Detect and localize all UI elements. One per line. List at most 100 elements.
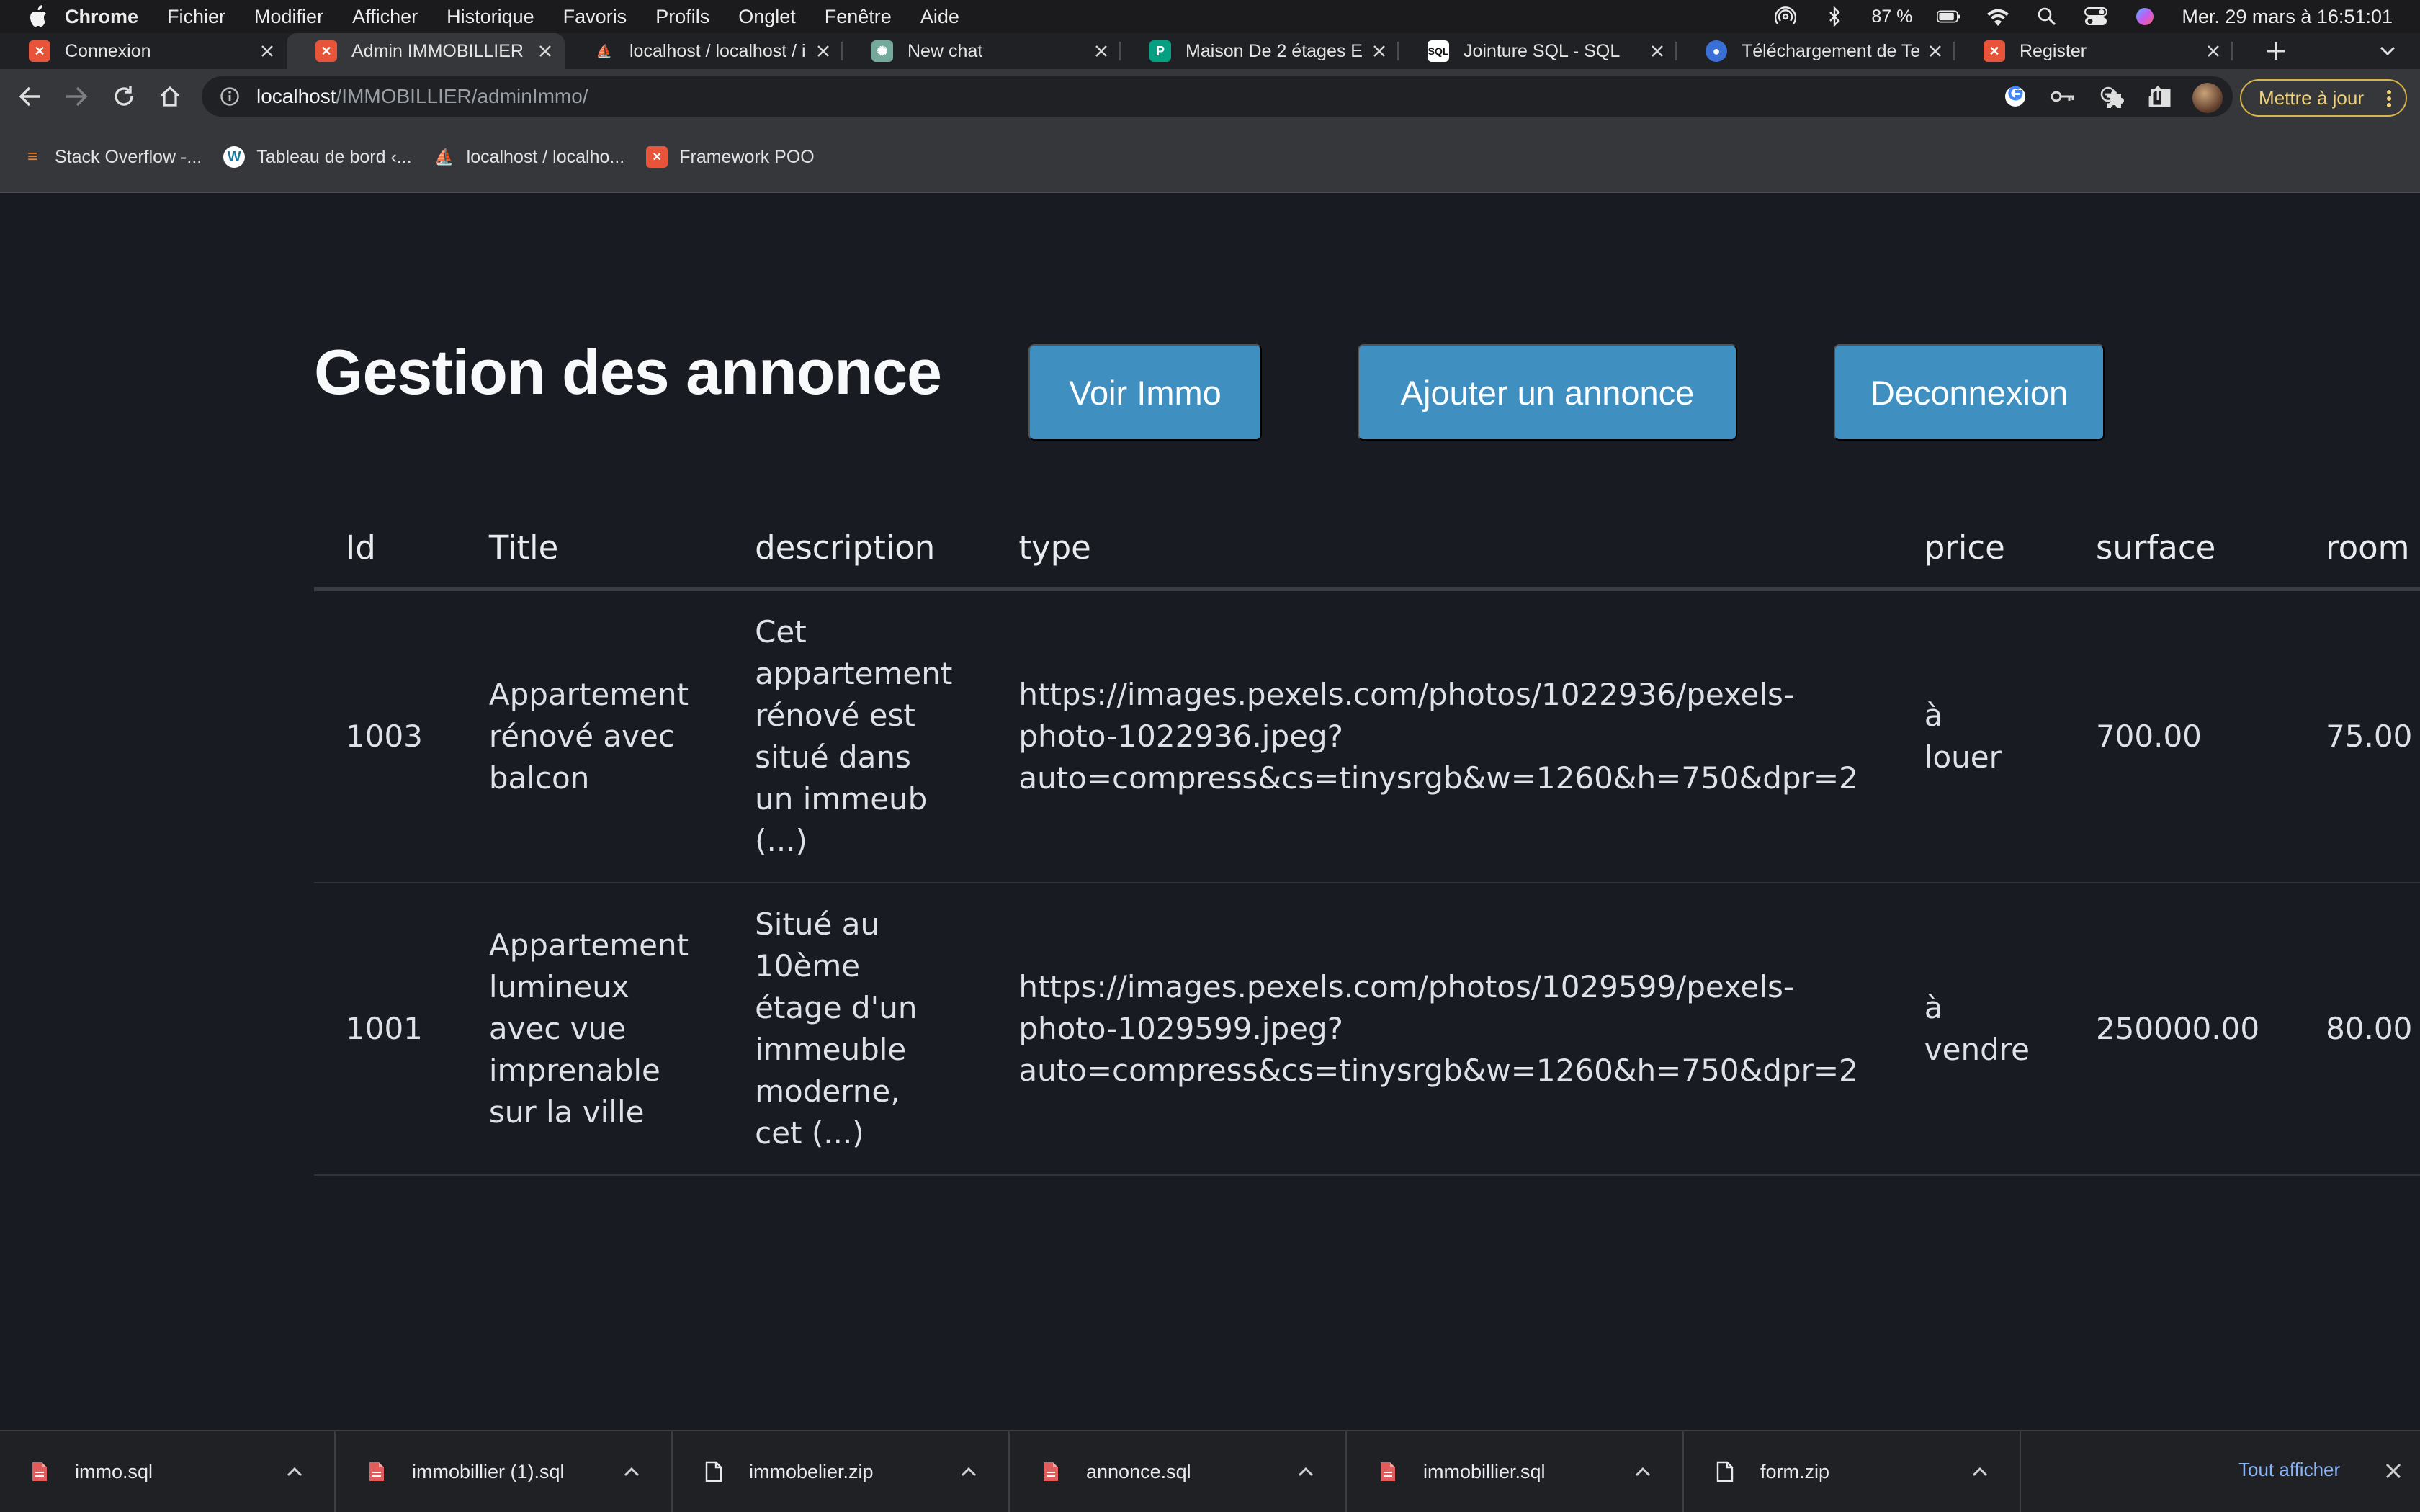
bookmark-label: Framework POO: [679, 146, 815, 167]
tab-register[interactable]: ✕ Register: [1955, 33, 2233, 69]
update-chrome-button[interactable]: Mettre à jour: [2240, 79, 2407, 117]
bookmark-stack-overflow[interactable]: ≡ Stack Overflow -...: [22, 124, 202, 190]
show-all-downloads-link[interactable]: Tout afficher: [2238, 1459, 2340, 1481]
download-item[interactable]: immobillier (1).sql: [337, 1431, 673, 1512]
menu-historique[interactable]: Historique: [447, 6, 534, 28]
phpmyadmin-icon: ⛵: [596, 43, 613, 58]
chevron-up-icon[interactable]: [1632, 1461, 1654, 1482]
menu-onglet[interactable]: Onglet: [738, 6, 796, 28]
control-center-icon[interactable]: [2084, 6, 2108, 27]
zip-file-icon: [1714, 1459, 1736, 1484]
close-tab-icon[interactable]: [258, 42, 277, 60]
apple-logo-icon[interactable]: [27, 4, 49, 29]
tab-admin-immobillier[interactable]: ✕ Admin IMMOBILLIER: [287, 33, 565, 69]
bookmark-framework-poo[interactable]: ✕ Framework POO: [646, 124, 815, 190]
profile-avatar[interactable]: [2192, 83, 2223, 113]
menu-modifier[interactable]: Modifier: [254, 6, 323, 28]
menubar-clock[interactable]: Mer. 29 mars à 16:51:01: [2182, 6, 2393, 28]
menu-fichier[interactable]: Fichier: [167, 6, 225, 28]
close-tab-icon[interactable]: [536, 42, 555, 60]
forward-arrow-icon[interactable]: [62, 82, 91, 111]
download-file-name: immobillier.sql: [1423, 1460, 1546, 1482]
battery-percentage: 87 %: [1871, 6, 1913, 27]
tab-jointure-sql[interactable]: SQL Jointure SQL - SQL: [1399, 33, 1677, 69]
cell-price: à louer: [1891, 589, 2063, 883]
bluetooth-icon[interactable]: [1822, 6, 1847, 27]
download-item[interactable]: immo.sql: [0, 1431, 336, 1512]
chevron-up-icon[interactable]: [1295, 1461, 1317, 1482]
bookmark-localhost-phpmyadmin[interactable]: ⛵ localhost / localho...: [434, 124, 624, 190]
tab-maison-pexels[interactable]: P Maison De 2 étages En: [1121, 33, 1399, 69]
tab-label: Admin IMMOBILLIER: [351, 40, 524, 61]
menu-afficher[interactable]: Afficher: [352, 6, 418, 28]
cell-id: 1003: [314, 589, 456, 883]
cell-title: Appartement rénové avec balcon: [455, 589, 722, 883]
close-tab-icon[interactable]: [814, 42, 833, 60]
tab-phpmyadmin[interactable]: ⛵ localhost / localhost / i: [565, 33, 843, 69]
bookmarks-list: ≡ Stack Overflow -... W Tableau de bord …: [22, 124, 815, 190]
close-download-shelf-icon[interactable]: [2383, 1460, 2404, 1482]
chevron-up-icon[interactable]: [621, 1461, 642, 1482]
new-tab-plus-icon[interactable]: [2262, 37, 2290, 66]
airdrop-icon[interactable]: [1773, 6, 1798, 27]
table-row: 1003 Appartement rénové avec balcon Cet …: [314, 589, 2420, 883]
xampp-icon: ✕: [315, 40, 337, 62]
tab-connexion[interactable]: ✕ Connexion: [0, 33, 287, 69]
password-key-icon[interactable]: [2048, 82, 2077, 111]
tab-label: Maison De 2 étages En: [1186, 40, 1363, 61]
cell-type: https://images.pexels.com/photos/1022936…: [985, 589, 1891, 883]
download-item[interactable]: immobelier.zip: [674, 1431, 1010, 1512]
chevron-up-icon[interactable]: [284, 1461, 305, 1482]
google-lens-icon[interactable]: [2001, 82, 2030, 111]
column-header-description: description: [722, 511, 986, 591]
close-tab-icon[interactable]: [1926, 42, 1945, 60]
menu-profils[interactable]: Profils: [655, 6, 709, 28]
back-arrow-icon[interactable]: [16, 82, 45, 111]
image-url-line-3: auto=compress&cs=tinysrgb&w=1260&h=750&d…: [1018, 1053, 1858, 1088]
column-header-room: room: [2293, 511, 2420, 591]
browser-toolbar: localhost/IMMOBILLIER/adminImmo/ Mettre …: [0, 69, 2420, 124]
download-item[interactable]: annonce.sql: [1011, 1431, 1347, 1512]
macos-menu-bar: Chrome Fichier Modifier Afficher Histori…: [0, 0, 2420, 33]
page-title: Gestion des annonce: [314, 336, 942, 408]
chevron-up-icon[interactable]: [1969, 1461, 1991, 1482]
download-file-name: immobillier (1).sql: [412, 1460, 565, 1482]
tab-search-chevron-down-icon[interactable]: [2377, 40, 2398, 62]
menu-aide[interactable]: Aide: [920, 6, 959, 28]
download-item[interactable]: immobillier.sql: [1348, 1431, 1684, 1512]
bookmark-label: Stack Overflow -...: [55, 146, 202, 167]
close-tab-icon[interactable]: [1370, 42, 1389, 60]
bookmark-tableau-de-bord[interactable]: W Tableau de bord ‹...: [223, 124, 412, 190]
ajouter-annonce-button[interactable]: Ajouter un annonce: [1358, 344, 1737, 441]
sql-icon: SQL: [1428, 40, 1449, 62]
image-url-line-1: https://images.pexels.com/photos/1022936…: [1018, 677, 1795, 712]
close-tab-icon[interactable]: [1648, 42, 1667, 60]
reload-icon[interactable]: [109, 82, 138, 111]
url-host: localhost: [256, 85, 336, 107]
extensions-puzzle-icon[interactable]: [2100, 84, 2129, 112]
bookmarks-bar: ≡ Stack Overflow -... W Tableau de bord …: [0, 124, 2420, 193]
deconnexion-button[interactable]: Deconnexion: [1834, 344, 2105, 441]
address-bar-url[interactable]: localhost/IMMOBILLIER/adminImmo/: [256, 85, 588, 108]
download-item[interactable]: form.zip: [1685, 1431, 2021, 1512]
chrome-menu-kebab-icon[interactable]: [2385, 89, 2393, 108]
chevron-up-icon[interactable]: [958, 1461, 980, 1482]
wifi-icon[interactable]: [1986, 6, 2010, 27]
tab-new-chat[interactable]: ✺ New chat: [843, 33, 1121, 69]
column-header-price: price: [1891, 511, 2063, 591]
address-bar[interactable]: localhost/IMMOBILLIER/adminImmo/: [202, 76, 2233, 117]
tab-telechargement[interactable]: ● Téléchargement de Te: [1677, 33, 1955, 69]
close-tab-icon[interactable]: [2204, 42, 2223, 60]
close-tab-icon[interactable]: [1092, 42, 1111, 60]
menu-fenetre[interactable]: Fenêtre: [825, 6, 892, 28]
home-icon[interactable]: [156, 82, 184, 111]
battery-icon[interactable]: [1937, 6, 1961, 27]
app-menu-chrome[interactable]: Chrome: [65, 6, 138, 28]
cell-type: https://images.pexels.com/photos/1029599…: [985, 883, 1891, 1176]
site-info-icon[interactable]: [219, 86, 241, 107]
menu-favoris[interactable]: Favoris: [563, 6, 627, 28]
spotlight-search-icon[interactable]: [2035, 6, 2059, 27]
side-panel-icon[interactable]: [2146, 84, 2175, 112]
siri-icon[interactable]: [2133, 6, 2157, 27]
voir-immo-button[interactable]: Voir Immo: [1028, 344, 1262, 441]
